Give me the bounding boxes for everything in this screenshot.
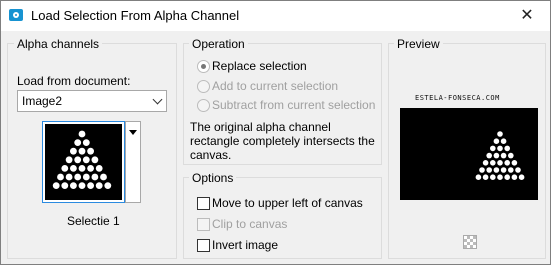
pyramid-dot [78,130,86,138]
pyramid-dot [82,173,90,181]
pyramid-dot [497,174,503,180]
pyramid-dot [70,182,77,189]
operation-note: The original alpha channel rectangle com… [190,120,375,162]
pyramid-dot [508,152,514,159]
pyramid-dot [74,156,82,164]
pyramid-dot [511,160,518,166]
pyramid-dot [500,138,507,144]
pyramid-dot [78,165,86,172]
preview-canvas [400,108,538,200]
pyramid-dot [74,173,82,181]
preview-watermark: ESTELA-FONSECA.COM [415,94,500,102]
pyramid-dot [493,138,500,144]
title-bar[interactable]: Load Selection From Alpha Channel ✕ [1,1,550,31]
alpha-channels-heading: Alpha channels [14,37,103,51]
pyramid-dot [479,167,485,173]
pyramid-dot [497,131,503,137]
pyramid-dot [515,167,521,173]
pyramid-dot [61,182,69,189]
pyramid-dot [475,174,482,180]
pyramid-dot [82,156,90,164]
pyramid-dot [100,173,107,181]
checkbox-clip-to-canvas-box[interactable] [197,218,210,231]
radio-replace-selection-button[interactable] [197,60,210,73]
thumbnail-triangle-icon [52,130,112,189]
pyramid-dot [511,174,518,180]
thumbnail-image [45,124,122,200]
pyramid-dot [500,167,507,173]
radio-add-to-selection-label: Add to current selection [212,79,339,93]
pyramid-dot [508,167,514,173]
preview-heading: Preview [394,37,443,51]
pyramid-dot [497,160,503,166]
pyramid-dot [518,174,525,180]
pyramid-dot [61,165,69,172]
pyramid-dot [104,182,112,189]
pyramid-dot [486,152,492,159]
pyramid-dot [52,182,60,189]
checkbox-move-to-upper-left-label: Move to upper left of canvas [212,196,363,210]
pyramid-dot [91,173,99,181]
dropdown-arrow-icon [129,130,137,135]
load-from-document-label: Load from document: [17,74,131,88]
checkbox-invert-image-box[interactable] [197,239,210,252]
pyramid-dot [504,145,510,152]
pyramid-dot [65,173,73,181]
document-select[interactable]: Image2 [17,90,167,112]
pyramid-dot [486,167,492,173]
options-heading: Options [189,171,237,185]
radio-subtract-from-selection-label: Subtract from current selection [212,98,376,112]
radio-add-to-selection-button[interactable] [197,80,210,93]
pyramid-dot [497,145,503,152]
pyramid-dot [78,182,86,189]
pyramid-dot [74,139,82,146]
pyramid-dot [95,182,103,189]
pyramid-dot [70,165,77,172]
operation-heading: Operation [189,37,248,51]
pyramid-dot [57,173,64,181]
pyramid-dot [504,174,510,180]
alpha-channel-thumbnail[interactable] [42,121,125,203]
radio-replace-selection-label: Replace selection [212,59,307,73]
pyramid-dot [490,160,496,166]
chevron-down-icon [152,94,163,105]
pyramid-dot [493,152,500,159]
pyramid-dot [78,147,86,155]
close-button[interactable]: ✕ [504,1,550,31]
pyramid-dot [87,165,94,172]
pyramid-dot [504,160,510,166]
pyramid-dot [70,147,77,155]
pyramid-dot [87,147,94,155]
preview-triangle-icon [475,131,525,180]
document-select-value: Image2 [22,94,63,108]
pyramid-dot [87,182,94,189]
camera-icon [9,9,23,21]
pyramid-dot [82,139,90,146]
transparency-checker-icon[interactable] [463,235,477,249]
pyramid-dot [490,145,496,152]
pyramid-dot [91,156,99,164]
checkbox-invert-image-label: Invert image [212,238,279,252]
pyramid-dot [65,156,73,164]
window-title: Load Selection From Alpha Channel [31,8,240,23]
pyramid-dot [490,174,496,180]
pyramid-dot [500,152,507,159]
pyramid-dot [493,167,500,173]
dialog-window: Load Selection From Alpha Channel ✕ Alph… [0,0,551,265]
checkbox-move-to-upper-left-box[interactable] [197,197,210,210]
thumbnail-dropdown-button[interactable] [125,121,141,203]
selection-name: Selectie 1 [67,214,120,228]
radio-subtract-from-selection-button[interactable] [197,99,210,112]
pyramid-dot [482,174,489,180]
checkbox-clip-to-canvas-label: Clip to canvas [212,217,288,231]
pyramid-dot [482,160,489,166]
pyramid-dot [95,165,103,172]
